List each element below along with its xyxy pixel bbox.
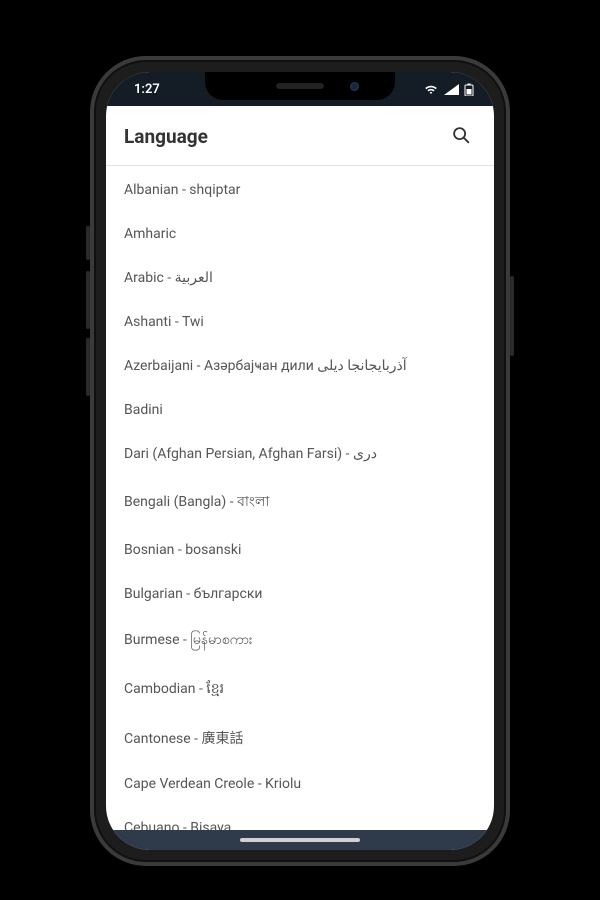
speaker-grille: [276, 83, 324, 89]
search-button[interactable]: [446, 120, 476, 153]
language-item[interactable]: Cambodian - ខ្មែរ: [106, 665, 494, 714]
page-title: Language: [124, 125, 208, 148]
language-item[interactable]: Arabic - العربية: [106, 256, 494, 300]
language-item[interactable]: Cebuano - Bisaya: [106, 806, 494, 830]
front-camera: [350, 82, 359, 91]
power-button: [510, 276, 514, 356]
language-list[interactable]: Albanian - shqiptarAmharicArabic - العرب…: [106, 166, 494, 830]
volume-down-button: [86, 338, 90, 396]
language-item[interactable]: Burmese - မြန်မာစကား: [106, 616, 494, 665]
device-notch: [205, 72, 395, 100]
screen: 1:27: [106, 72, 494, 850]
language-item[interactable]: Bengali (Bangla) - বাংলা: [106, 476, 494, 528]
phone-frame: 1:27: [90, 56, 510, 866]
volume-up-button: [86, 271, 90, 329]
cellular-signal-icon: [444, 84, 459, 95]
language-item[interactable]: Albanian - shqiptar: [106, 168, 494, 212]
battery-icon: [464, 83, 474, 96]
language-item[interactable]: Ashanti - Twi: [106, 300, 494, 344]
status-time: 1:27: [134, 82, 160, 97]
wifi-icon: [423, 83, 439, 95]
app-bar: Language: [106, 106, 494, 166]
home-indicator[interactable]: [240, 838, 360, 842]
system-nav-bar: [106, 830, 494, 850]
language-item[interactable]: Cape Verdean Creole - Kriolu: [106, 762, 494, 806]
language-item[interactable]: Amharic: [106, 212, 494, 256]
phone-bezel: 1:27: [106, 72, 494, 850]
language-item[interactable]: Cantonese - 廣東話: [106, 714, 494, 762]
mute-switch: [86, 226, 90, 260]
language-item[interactable]: Bulgarian - български: [106, 572, 494, 616]
language-item[interactable]: Badini: [106, 388, 494, 432]
language-item[interactable]: Bosnian - bosanski: [106, 528, 494, 572]
search-icon: [450, 124, 472, 149]
language-item[interactable]: Dari (Afghan Persian, Afghan Farsi) - در…: [106, 432, 494, 476]
language-item[interactable]: Azerbaijani - Азәрбајҹан дили آذربایجانج…: [106, 344, 494, 388]
